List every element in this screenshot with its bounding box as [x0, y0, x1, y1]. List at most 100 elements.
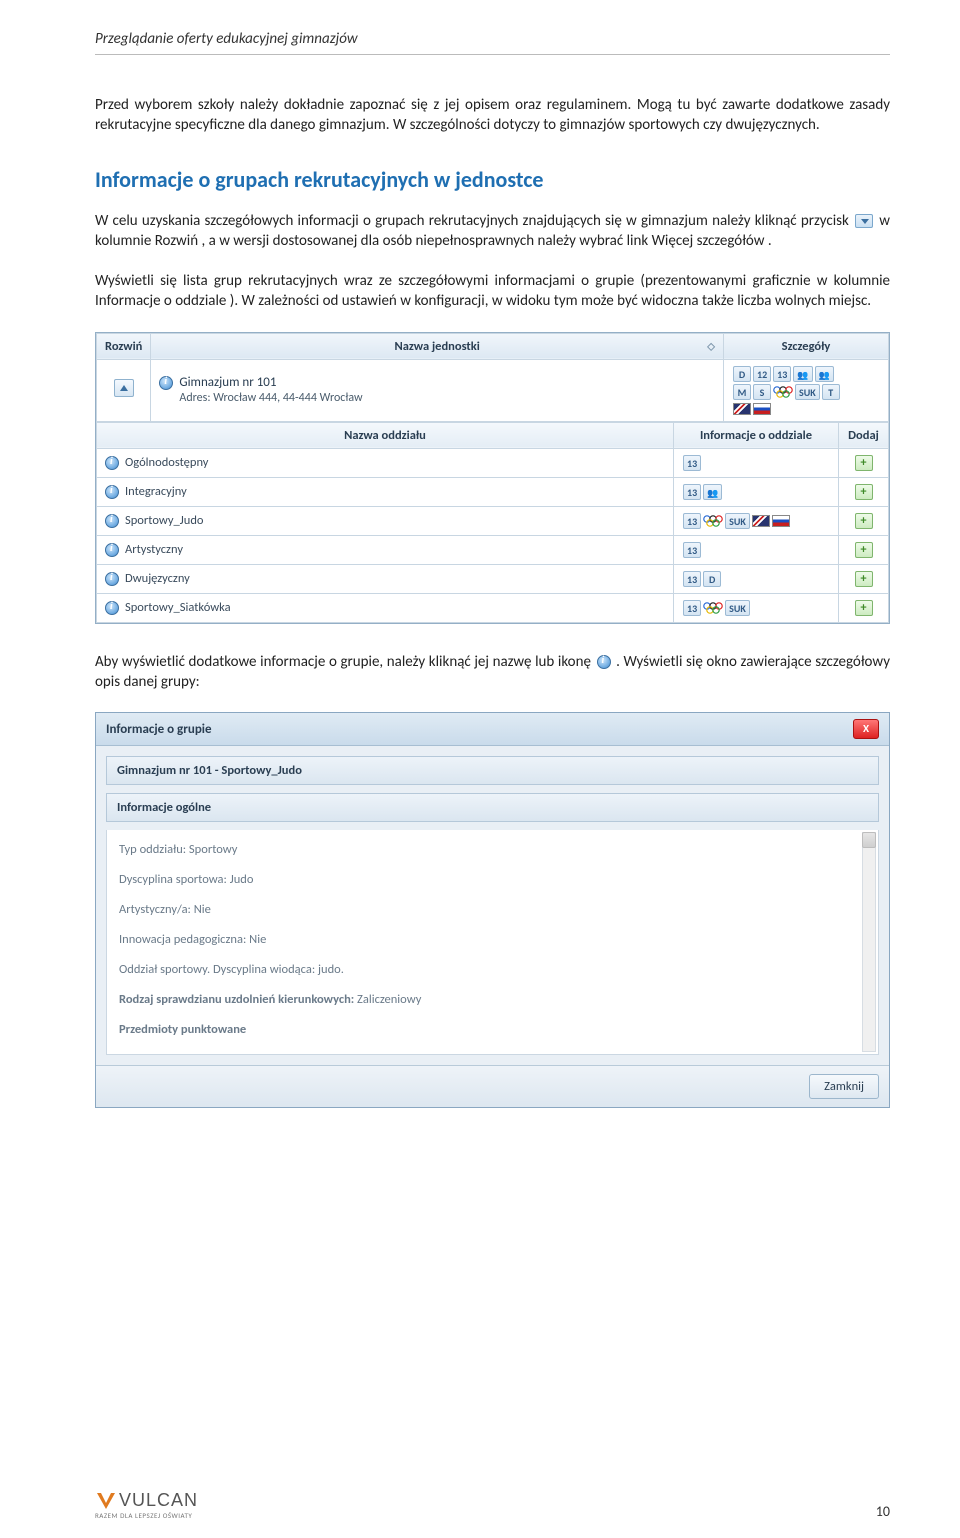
unit-cell[interactable]: Gimnazjum nr 101Adres: Wrocław 444, 44-4… [151, 359, 724, 421]
unit-address: Adres: Wrocław 444, 44-444 Wrocław [179, 391, 362, 405]
modal-section-title: Informacje ogólne [106, 793, 879, 822]
badge: 13 [683, 513, 701, 529]
badge: 13 [683, 455, 701, 471]
page-footer: VULCAN RAZEM DLA LEPSZEJ OŚWIATY 10 [95, 1490, 890, 1520]
column-header[interactable]: Nazwa jednostki◇ [151, 333, 724, 359]
badge: SUK [725, 600, 750, 616]
division-row[interactable]: Sportowy_Siatkówka [97, 593, 674, 622]
scrollbar-thumb[interactable] [862, 832, 876, 848]
badge: 13 [773, 366, 791, 382]
division-info: 13 [674, 535, 839, 564]
division-name: Dwujęzyczny [125, 571, 190, 586]
division-name: Integracyjny [125, 484, 187, 499]
add-button[interactable]: + [855, 542, 873, 558]
badge: 13 [683, 600, 701, 616]
modal-line: Oddział sportowy. Dyscyplina wiodąca: ju… [119, 960, 866, 980]
sort-icon: ◇ [707, 340, 715, 353]
division-name: Sportowy_Judo [125, 513, 203, 528]
modal-line-bold: Rodzaj sprawdzianu uzdolnień kierunkowyc… [119, 992, 354, 1007]
flag-ru-icon [772, 515, 790, 527]
text-span: Wyświetli się lista grup rekrutacyjnych … [95, 272, 890, 290]
people-icon [703, 484, 722, 500]
division-name: Artystyczny [125, 542, 183, 557]
text-span: ). W zależności od ustawień w konfigurac… [230, 292, 871, 310]
info-icon [597, 655, 611, 669]
header-rule [95, 54, 890, 55]
text-infocol: Informacje o oddziale [95, 292, 226, 310]
olympic-rings-icon [772, 385, 794, 399]
add-button[interactable]: + [855, 571, 873, 587]
info-icon[interactable] [105, 514, 119, 528]
add-button[interactable]: + [855, 455, 873, 471]
badge: D [733, 366, 751, 382]
column-header[interactable]: Szczegóły [724, 333, 889, 359]
dropdown-icon [855, 214, 873, 228]
division-row[interactable]: Ogólnodostępny [97, 448, 674, 477]
collapse-button[interactable] [114, 379, 134, 397]
modal-line: Przedmioty punktowane [119, 1020, 866, 1040]
division-row[interactable]: Sportowy_Judo [97, 506, 674, 535]
page-running-title: Przeglądanie oferty edukacyjnej gimnazjó… [95, 30, 890, 48]
text-span: . [768, 232, 772, 250]
division-row[interactable]: Dwujęzyczny [97, 564, 674, 593]
column-header[interactable]: Dodaj [839, 422, 889, 448]
flag-uk-icon [733, 403, 751, 415]
info-icon[interactable] [105, 543, 119, 557]
info-icon[interactable] [105, 456, 119, 470]
logo-tagline: RAZEM DLA LEPSZEJ OŚWIATY [95, 1511, 192, 1520]
vulcan-logo: VULCAN RAZEM DLA LEPSZEJ OŚWIATY [95, 1490, 198, 1520]
badge: SUK [795, 384, 820, 400]
column-header[interactable]: Rozwiń [97, 333, 151, 359]
text-rozwin: Rozwiń [155, 232, 198, 250]
flag-ru-icon [753, 403, 771, 415]
badge: D [703, 571, 721, 587]
badge: 13 [683, 484, 701, 500]
modal-content: Typ oddziału: Sportowy Dyscyplina sporto… [106, 830, 879, 1055]
division-info: 13D [674, 564, 839, 593]
text-span: , a w wersji dostosowanej dla osób niepe… [201, 232, 651, 250]
between-paragraph: Aby wyświetlić dodatkowe informacje o gr… [95, 652, 890, 693]
text-wiecej: Więcej szczegółów [652, 232, 765, 250]
modal-line: Dyscyplina sportowa: Judo [119, 870, 866, 890]
logo-icon [95, 1491, 117, 1511]
badge: M [733, 384, 751, 400]
division-name: Ogólnodostępny [125, 455, 208, 470]
modal-line: Rodzaj sprawdzianu uzdolnień kierunkowyc… [119, 990, 866, 1010]
modal-line-bold: Przedmioty punktowane [119, 1022, 246, 1037]
people-icon [815, 366, 834, 382]
division-info: 13 SUK [674, 593, 839, 622]
badge: 12 [753, 366, 771, 382]
add-button[interactable]: + [855, 513, 873, 529]
badge: 13 [683, 542, 701, 558]
logo-text: VULCAN [119, 1490, 198, 1511]
column-header[interactable]: Nazwa oddziału [97, 422, 674, 448]
olympic-rings-icon [702, 514, 724, 528]
add-button[interactable]: + [855, 484, 873, 500]
division-row[interactable]: Integracyjny [97, 477, 674, 506]
people-icon [793, 366, 812, 382]
section-heading: Informacje o grupach rekrutacyjnych w je… [95, 166, 890, 193]
close-text-button[interactable]: Zamknij [809, 1074, 879, 1099]
modal-titlebar: Informacje o grupie X [96, 713, 889, 746]
intro-paragraph: Przed wyborem szkoły należy dokładnie za… [95, 95, 890, 136]
logo-mark: VULCAN [95, 1490, 198, 1511]
modal-title: Informacje o grupie [106, 722, 212, 737]
modal-line: Typ oddziału: Sportowy [119, 840, 866, 860]
add-button[interactable]: + [855, 600, 873, 616]
info-icon[interactable] [105, 572, 119, 586]
modal-footer: Zamknij [96, 1065, 889, 1107]
column-header[interactable]: Informacje o oddziale [674, 422, 839, 448]
unit-name: Gimnazjum nr 101 [179, 375, 276, 390]
division-row[interactable]: Artystyczny [97, 535, 674, 564]
scrollbar-track[interactable] [862, 832, 876, 1052]
modal-line: Innowacja pedagogiczna: Nie [119, 930, 866, 950]
info-icon[interactable] [105, 601, 119, 615]
close-button[interactable]: X [853, 719, 879, 739]
modal-group-header: Gimnazjum nr 101 - Sportowy_Judo [106, 756, 879, 785]
info-icon[interactable] [159, 376, 173, 390]
text-span: W celu uzyskania szczegółowych informacj… [95, 212, 853, 230]
modal-body: Gimnazjum nr 101 - Sportowy_Judo Informa… [96, 746, 889, 1065]
info-icon[interactable] [105, 485, 119, 499]
units-grid: RozwińNazwa jednostki◇SzczegółyGimnazjum… [95, 332, 890, 624]
division-info: 13SUK [674, 506, 839, 535]
